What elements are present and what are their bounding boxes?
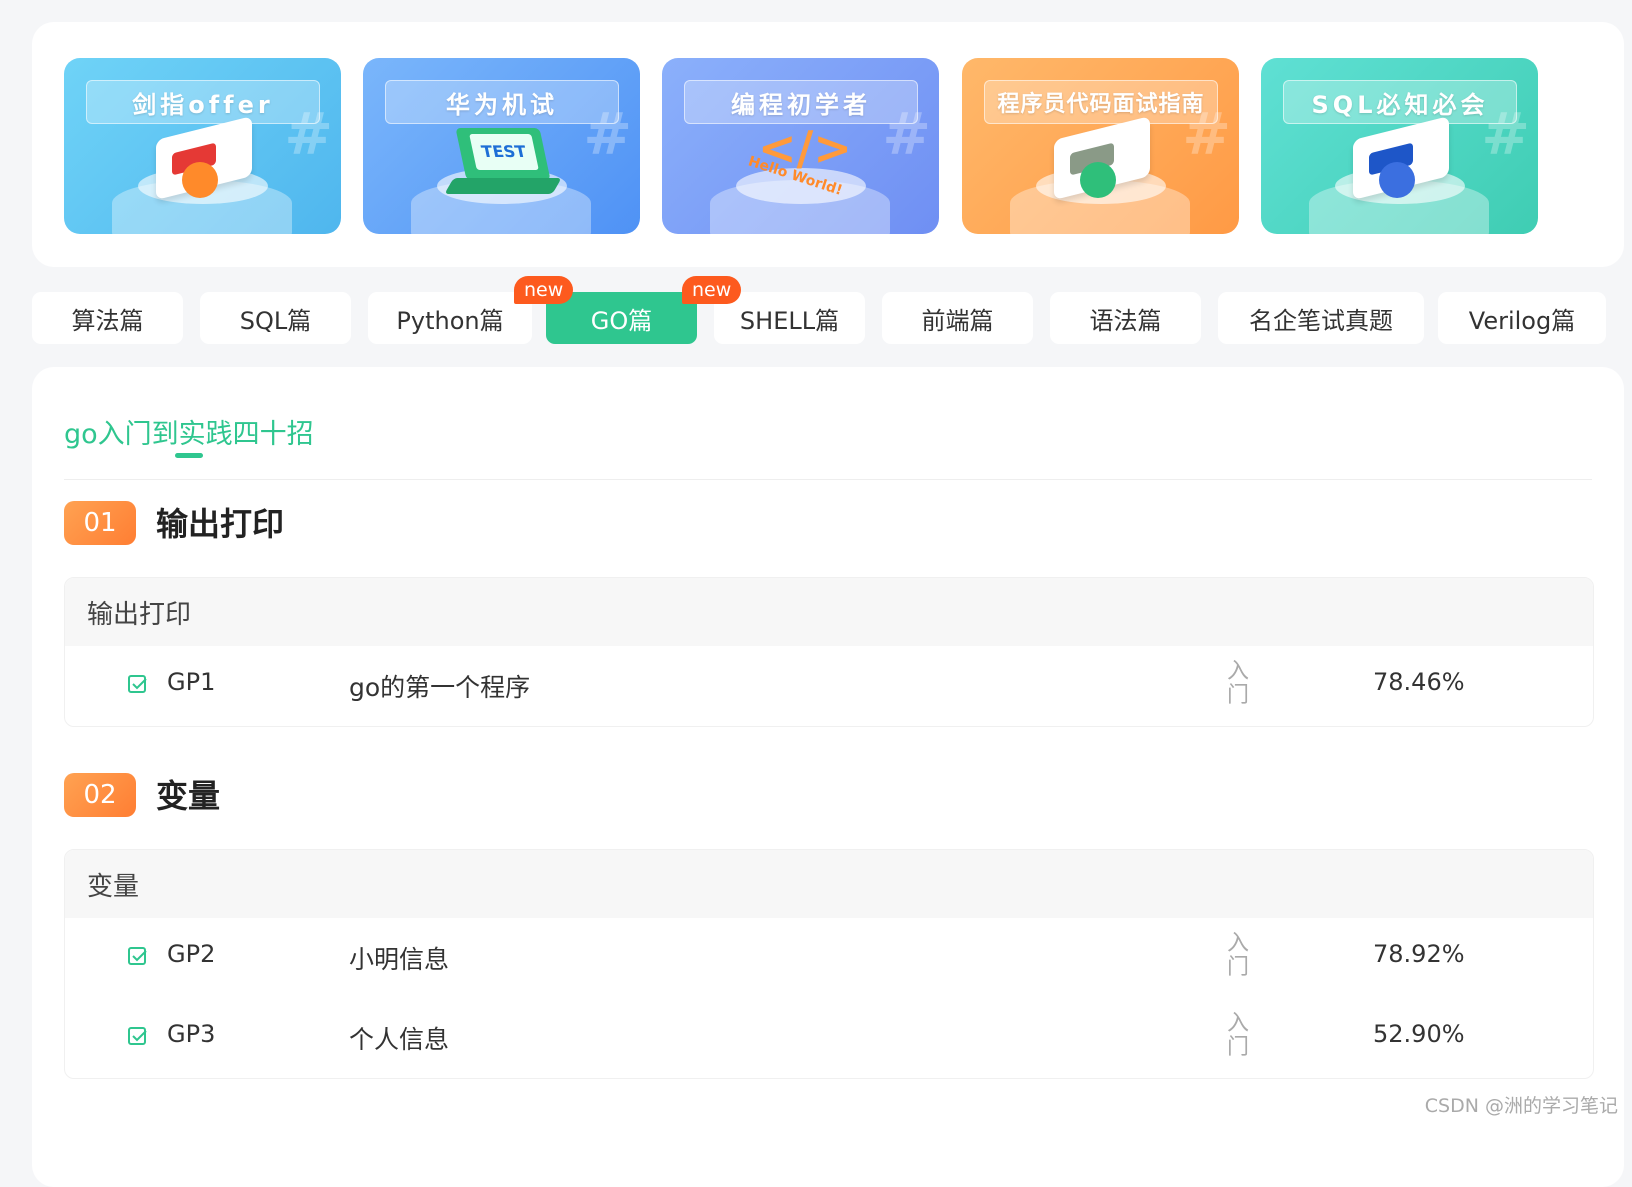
banner-panel: # 剑指offer # TEST 华为机试 # </> Hello World!…	[32, 22, 1624, 267]
problem-name[interactable]: 小明信息	[349, 940, 449, 976]
banner-huawei-test[interactable]: # TEST 华为机试	[363, 58, 640, 234]
difficulty-label: 入门	[1226, 931, 1249, 980]
banner-jianzhi-offer[interactable]: # 剑指offer	[64, 58, 341, 234]
problem-row[interactable]: GP3 个人信息 入门 52.90%	[65, 998, 1593, 1078]
banner-title: SQL必知必会	[1283, 80, 1517, 124]
section-problem-group: 输出打印 GP1 go的第一个程序 入门 78.46%	[64, 577, 1594, 727]
pass-rate: 78.46%	[1373, 668, 1465, 696]
tab-company-exams[interactable]: 名企笔试真题	[1218, 292, 1424, 344]
active-course-indicator	[175, 453, 203, 458]
section-number: 02	[64, 773, 136, 817]
course-title[interactable]: go入门到实践四十招	[64, 412, 314, 451]
problem-code: GP1	[167, 668, 216, 696]
new-badge: new	[514, 276, 574, 304]
laptop-base-decor	[444, 178, 562, 194]
problem-name[interactable]: go的第一个程序	[349, 668, 530, 704]
problem-code: GP2	[167, 940, 216, 968]
section-title: 输出打印	[156, 505, 285, 543]
check-icon	[128, 675, 147, 693]
tab-syntax[interactable]: 语法篇	[1050, 292, 1201, 344]
section-number: 01	[64, 501, 136, 545]
check-icon	[128, 1027, 147, 1045]
course-content: go入门到实践四十招 01 输出打印 输出打印 GP1 go的第一个程序 入门 …	[32, 367, 1624, 1187]
divider	[64, 479, 1592, 480]
banner-title: 程序员代码面试指南	[984, 80, 1218, 124]
problem-name[interactable]: 个人信息	[349, 1020, 449, 1056]
watermark: CSDN @洲的学习笔记	[1424, 1095, 1618, 1117]
banner-beginner[interactable]: # </> Hello World! 编程初学者	[662, 58, 939, 234]
star-badge-icon	[1080, 162, 1116, 198]
tab-sql[interactable]: SQL篇	[200, 292, 351, 344]
problem-row[interactable]: GP1 go的第一个程序 入门 78.46%	[65, 646, 1593, 726]
tab-algorithm[interactable]: 算法篇	[32, 292, 183, 344]
tab-python[interactable]: Python篇	[368, 292, 532, 344]
check-icon	[128, 947, 147, 965]
problem-group-title: 输出打印	[65, 578, 1593, 646]
section-title: 变量	[156, 777, 221, 815]
difficulty-label: 入门	[1226, 659, 1249, 708]
tab-verilog[interactable]: Verilog篇	[1438, 292, 1606, 344]
problem-code: GP3	[167, 1020, 216, 1048]
category-tabs: 算法篇 SQL篇 Python篇 GO篇 SHELL篇 前端篇 语法篇 名企笔试…	[32, 276, 1624, 348]
pass-rate: 52.90%	[1373, 1020, 1465, 1048]
problem-row[interactable]: GP2 小明信息 入门 78.92%	[65, 918, 1593, 998]
section-problem-group: 变量 GP2 小明信息 入门 78.92% GP3 个人信息 入门 52.90%	[64, 849, 1594, 1079]
new-badge: new	[682, 276, 742, 304]
problem-group-title: 变量	[65, 850, 1593, 918]
pass-rate: 78.92%	[1373, 940, 1465, 968]
tab-frontend[interactable]: 前端篇	[882, 292, 1033, 344]
banner-title: 剑指offer	[86, 80, 320, 124]
badge-ball-icon	[182, 162, 218, 198]
sql-badge-icon	[1379, 162, 1415, 198]
banner-title: 华为机试	[385, 80, 619, 124]
banner-interview-guide[interactable]: # 程序员代码面试指南	[962, 58, 1239, 234]
laptop-screen-text: TEST	[469, 134, 539, 170]
difficulty-label: 入门	[1226, 1011, 1249, 1060]
banner-title: 编程初学者	[684, 80, 918, 124]
banner-sql-must-know[interactable]: # SQL必知必会	[1261, 58, 1538, 234]
